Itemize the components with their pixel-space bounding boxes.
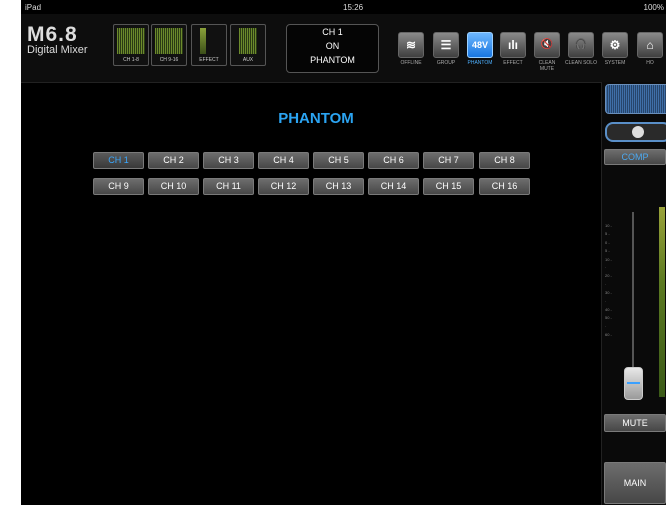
channel-button-16[interactable]: CH 16 [479, 178, 530, 195]
channel-button-3[interactable]: CH 3 [203, 152, 254, 169]
eq-preview[interactable] [605, 84, 666, 114]
meter-bars [200, 28, 206, 54]
meter-label: CH 1-8 [123, 57, 139, 63]
tool-label: CLEAN MUTE [538, 60, 556, 72]
tool-label: HO [646, 60, 654, 66]
meter-bars [117, 28, 145, 54]
meter-label: AUX [242, 57, 254, 63]
mixer-app: iPad 15:26 100% M6.8 Digital Mixer CH 1-… [21, 0, 666, 505]
clean-solo-button[interactable]: 🎧 CLEAN SOLO [565, 32, 597, 76]
channel-button-1[interactable]: CH 1 [93, 152, 144, 169]
channel-button-4[interactable]: CH 4 [258, 152, 309, 169]
main-button[interactable]: MAIN [604, 462, 666, 504]
meter-aux[interactable]: AUX [230, 24, 266, 66]
top-toolbar: M6.8 Digital Mixer CH 1-8 CH 9-16 EFFECT… [21, 14, 666, 83]
channel-button-8[interactable]: CH 8 [479, 152, 530, 169]
logo: M6.8 Digital Mixer [27, 23, 88, 56]
tool-label: PHANTOM [467, 60, 493, 66]
meter-bars [239, 28, 257, 54]
fader-track [632, 212, 634, 392]
channel-button-10[interactable]: CH 10 [148, 178, 199, 195]
meter-bars [155, 28, 183, 54]
logo-subtitle: Digital Mixer [27, 44, 88, 56]
offline-button[interactable]: ≋ OFFLINE [395, 32, 427, 76]
channel-button-14[interactable]: CH 14 [368, 178, 419, 195]
channel-button-13[interactable]: CH 13 [313, 178, 364, 195]
tool-label: OFFLINE [400, 60, 422, 66]
clean-mute-button[interactable]: 🔇 CLEAN MUTE [531, 32, 563, 76]
channel-button-9[interactable]: CH 9 [93, 178, 144, 195]
wifi-icon: ≋ [398, 32, 424, 58]
meter-ch9-16[interactable]: CH 9-16 [151, 24, 187, 66]
meter-effect[interactable]: EFFECT [191, 24, 227, 66]
channel-button-6[interactable]: CH 6 [368, 152, 419, 169]
meter-ch1-8[interactable]: CH 1-8 [113, 24, 149, 66]
level-meter [659, 207, 665, 397]
meter-label: CH 9-16 [159, 57, 179, 63]
home-button[interactable]: ⌂ HO [634, 32, 666, 76]
system-button[interactable]: ⚙ SYSTEM [599, 32, 631, 76]
logo-model: M6.8 [27, 23, 78, 46]
phantom-button[interactable]: 48V PHANTOM [464, 32, 496, 76]
pan-knob-handle [632, 126, 644, 138]
tool-label: SYSTEM [604, 60, 626, 66]
channel-strip-panel: COMP 10 -5 -0 -5 -10 - · 20 - · 30 - · 40 -50 … [601, 82, 666, 505]
channel-button-11[interactable]: CH 11 [203, 178, 254, 195]
device-name: iPad [25, 3, 42, 12]
channel-button-5[interactable]: CH 5 [313, 152, 364, 169]
tool-label: GROUP [436, 60, 456, 66]
fader-handle[interactable] [624, 367, 643, 400]
bars-icon: ılı [500, 32, 526, 58]
gear-icon: ⚙ [602, 32, 628, 58]
channel-button-2[interactable]: CH 2 [148, 152, 199, 169]
meter-label: EFFECT [199, 57, 219, 63]
fader-scale: 10 -5 -0 -5 -10 - · 20 - · 30 - · 40 -50 - · 60 … [605, 223, 612, 338]
headphones-icon: 🎧 [568, 32, 594, 58]
home-icon: ⌂ [637, 32, 663, 58]
page-title: PHANTOM [278, 110, 354, 127]
tool-label: EFFECT [503, 60, 523, 66]
display-mode: PHANTOM [310, 55, 355, 65]
battery-level: 100% [643, 3, 664, 12]
channel-button-15[interactable]: CH 15 [423, 178, 474, 195]
channel-button-7[interactable]: CH 7 [423, 152, 474, 169]
pan-knob[interactable] [605, 122, 666, 142]
display-channel: CH 1 [322, 27, 343, 37]
display-state: ON [325, 41, 340, 51]
mute-button[interactable]: MUTE [604, 414, 666, 432]
group-button[interactable]: ☰ GROUP [430, 32, 462, 76]
status-display: CH 1 ON PHANTOM [286, 24, 379, 73]
channel-button-12[interactable]: CH 12 [258, 178, 309, 195]
speaker-mute-icon: 🔇 [534, 32, 560, 58]
status-bar: iPad 15:26 100% [21, 0, 666, 14]
tool-label: CLEAN SOLO [565, 60, 597, 66]
48v-icon: 48V [467, 32, 493, 58]
list-icon: ☰ [433, 32, 459, 58]
fader-handle-line [627, 382, 640, 384]
effect-button[interactable]: ılı EFFECT [497, 32, 529, 76]
clock: 15:26 [343, 3, 364, 12]
comp-button[interactable]: COMP [604, 149, 666, 165]
